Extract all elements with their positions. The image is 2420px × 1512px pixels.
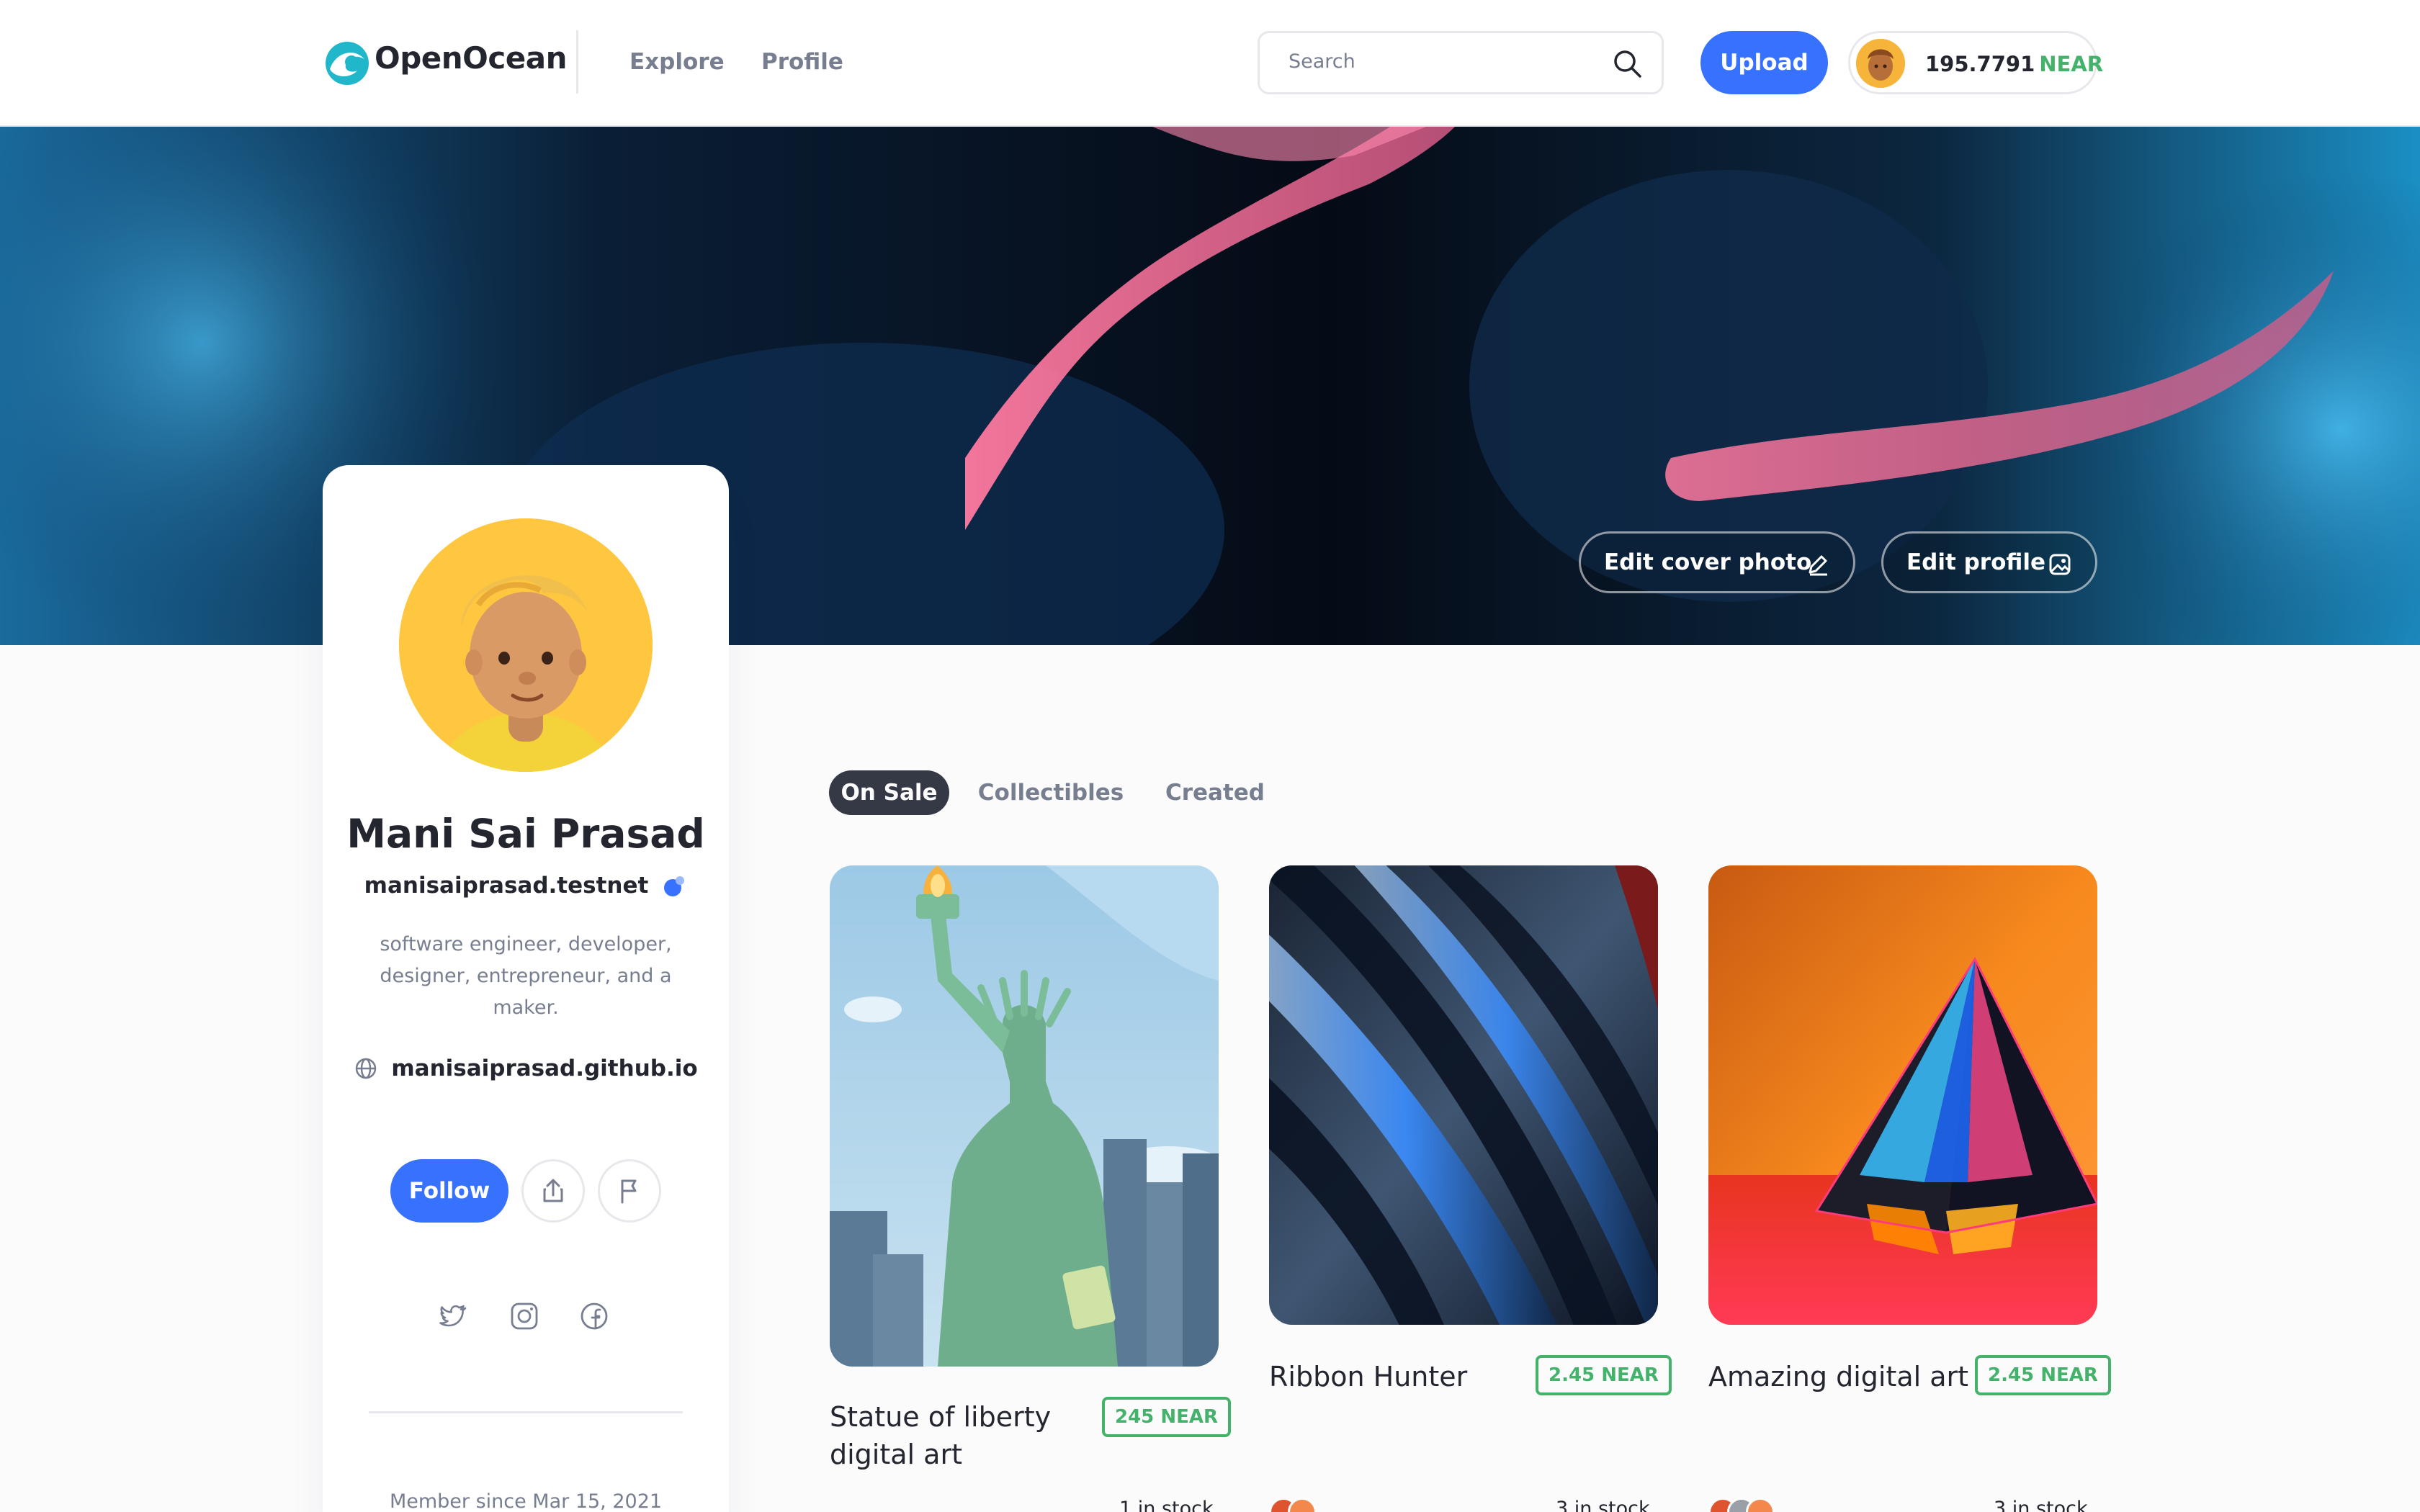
website-link[interactable]: manisaiprasad.github.io: [391, 1056, 697, 1081]
card-divider: [369, 1411, 683, 1413]
twitter-icon[interactable]: [438, 1300, 470, 1332]
globe-icon: [356, 1058, 377, 1079]
nft-card-image-statue[interactable]: [830, 865, 1219, 1367]
username-row: manisaiprasad.testnet: [323, 873, 729, 899]
instagram-icon[interactable]: [508, 1300, 540, 1332]
edit-cover-photo-label: Edit cover photo: [1604, 549, 1812, 575]
website-row[interactable]: manisaiprasad.github.io: [323, 1056, 729, 1081]
nft-card-image-ribbon[interactable]: [1269, 865, 1658, 1325]
report-button[interactable]: [598, 1159, 661, 1223]
tab-collectibles[interactable]: Collectibles: [975, 770, 1126, 815]
openocean-logo-icon[interactable]: [323, 37, 380, 88]
nft-card-title-statue[interactable]: Statue of liberty digital art: [830, 1398, 1060, 1473]
wallet-amount: 195.7791 NEAR: [1925, 52, 2103, 76]
profile-bio: software engineer, developer, designer, …: [380, 933, 672, 1019]
pencil-icon: [1809, 555, 1827, 576]
prism-artwork: [1708, 865, 2097, 1325]
profile-card: Mani Sai Prasad manisaiprasad.testnet so…: [323, 465, 729, 1512]
ribbon-hunter-artwork: [1269, 865, 1658, 1325]
facebook-icon[interactable]: [578, 1300, 610, 1332]
nft-card-stock-ribbon: 3 in stock: [1556, 1498, 1650, 1512]
avatar-boy-icon: [399, 518, 653, 772]
statue-of-liberty-artwork: [830, 865, 1219, 1367]
search-placeholder: Search: [1289, 50, 1355, 73]
tab-on-sale[interactable]: On Sale: [829, 770, 949, 815]
wallet-amount-value: 195.7791: [1925, 52, 2035, 76]
profile-name: Mani Sai Prasad: [346, 811, 705, 857]
flag-icon: [621, 1179, 637, 1204]
nft-card-title-digital-art[interactable]: Amazing digital art: [1708, 1358, 1968, 1395]
nft-card-stock-statue: 1 in stock: [1119, 1498, 1214, 1512]
edit-profile-button[interactable]: Edit profile: [1881, 531, 2097, 593]
brand-name[interactable]: OpenOcean: [375, 40, 567, 76]
profile-username: manisaiprasad.testnet: [364, 873, 649, 899]
follow-button[interactable]: Follow: [390, 1159, 508, 1223]
avatar: [399, 518, 653, 772]
header-divider: [576, 30, 578, 94]
edit-profile-label: Edit profile: [1906, 549, 2046, 575]
nav-explore[interactable]: Explore: [629, 49, 725, 75]
wallet-currency: NEAR: [2039, 52, 2104, 76]
search-icon[interactable]: [1611, 48, 1643, 79]
top-header: OpenOcean Explore Profile Search Upload …: [0, 0, 2420, 127]
nft-card-stock-digital-art: 3 in stock: [1994, 1498, 2088, 1512]
nft-card-price-ribbon: 2.45 NEAR: [1536, 1355, 1672, 1395]
upload-button[interactable]: Upload: [1700, 31, 1828, 94]
search-input[interactable]: Search: [1258, 31, 1664, 94]
image-icon: [2049, 554, 2071, 575]
nft-card-price-statue: 245 NEAR: [1102, 1397, 1231, 1437]
verified-badge-icon: [664, 876, 685, 896]
member-since: Member since Mar 15, 2021: [389, 1490, 663, 1512]
avatar-face-icon: [1856, 39, 1905, 88]
wallet-avatar: [1856, 39, 1905, 88]
share-button[interactable]: [521, 1159, 585, 1223]
edit-cover-photo-button[interactable]: Edit cover photo: [1579, 531, 1855, 593]
nft-card-price-digital-art: 2.45 NEAR: [1975, 1355, 2111, 1395]
nav-profile[interactable]: Profile: [761, 49, 843, 75]
share-icon: [543, 1179, 563, 1202]
nft-card-title-ribbon[interactable]: Ribbon Hunter: [1269, 1358, 1467, 1395]
wallet-balance-button[interactable]: 195.7791 NEAR: [1848, 31, 2103, 94]
tab-created[interactable]: Created: [1161, 770, 1269, 815]
nft-card-image-digital-art[interactable]: [1708, 865, 2097, 1325]
